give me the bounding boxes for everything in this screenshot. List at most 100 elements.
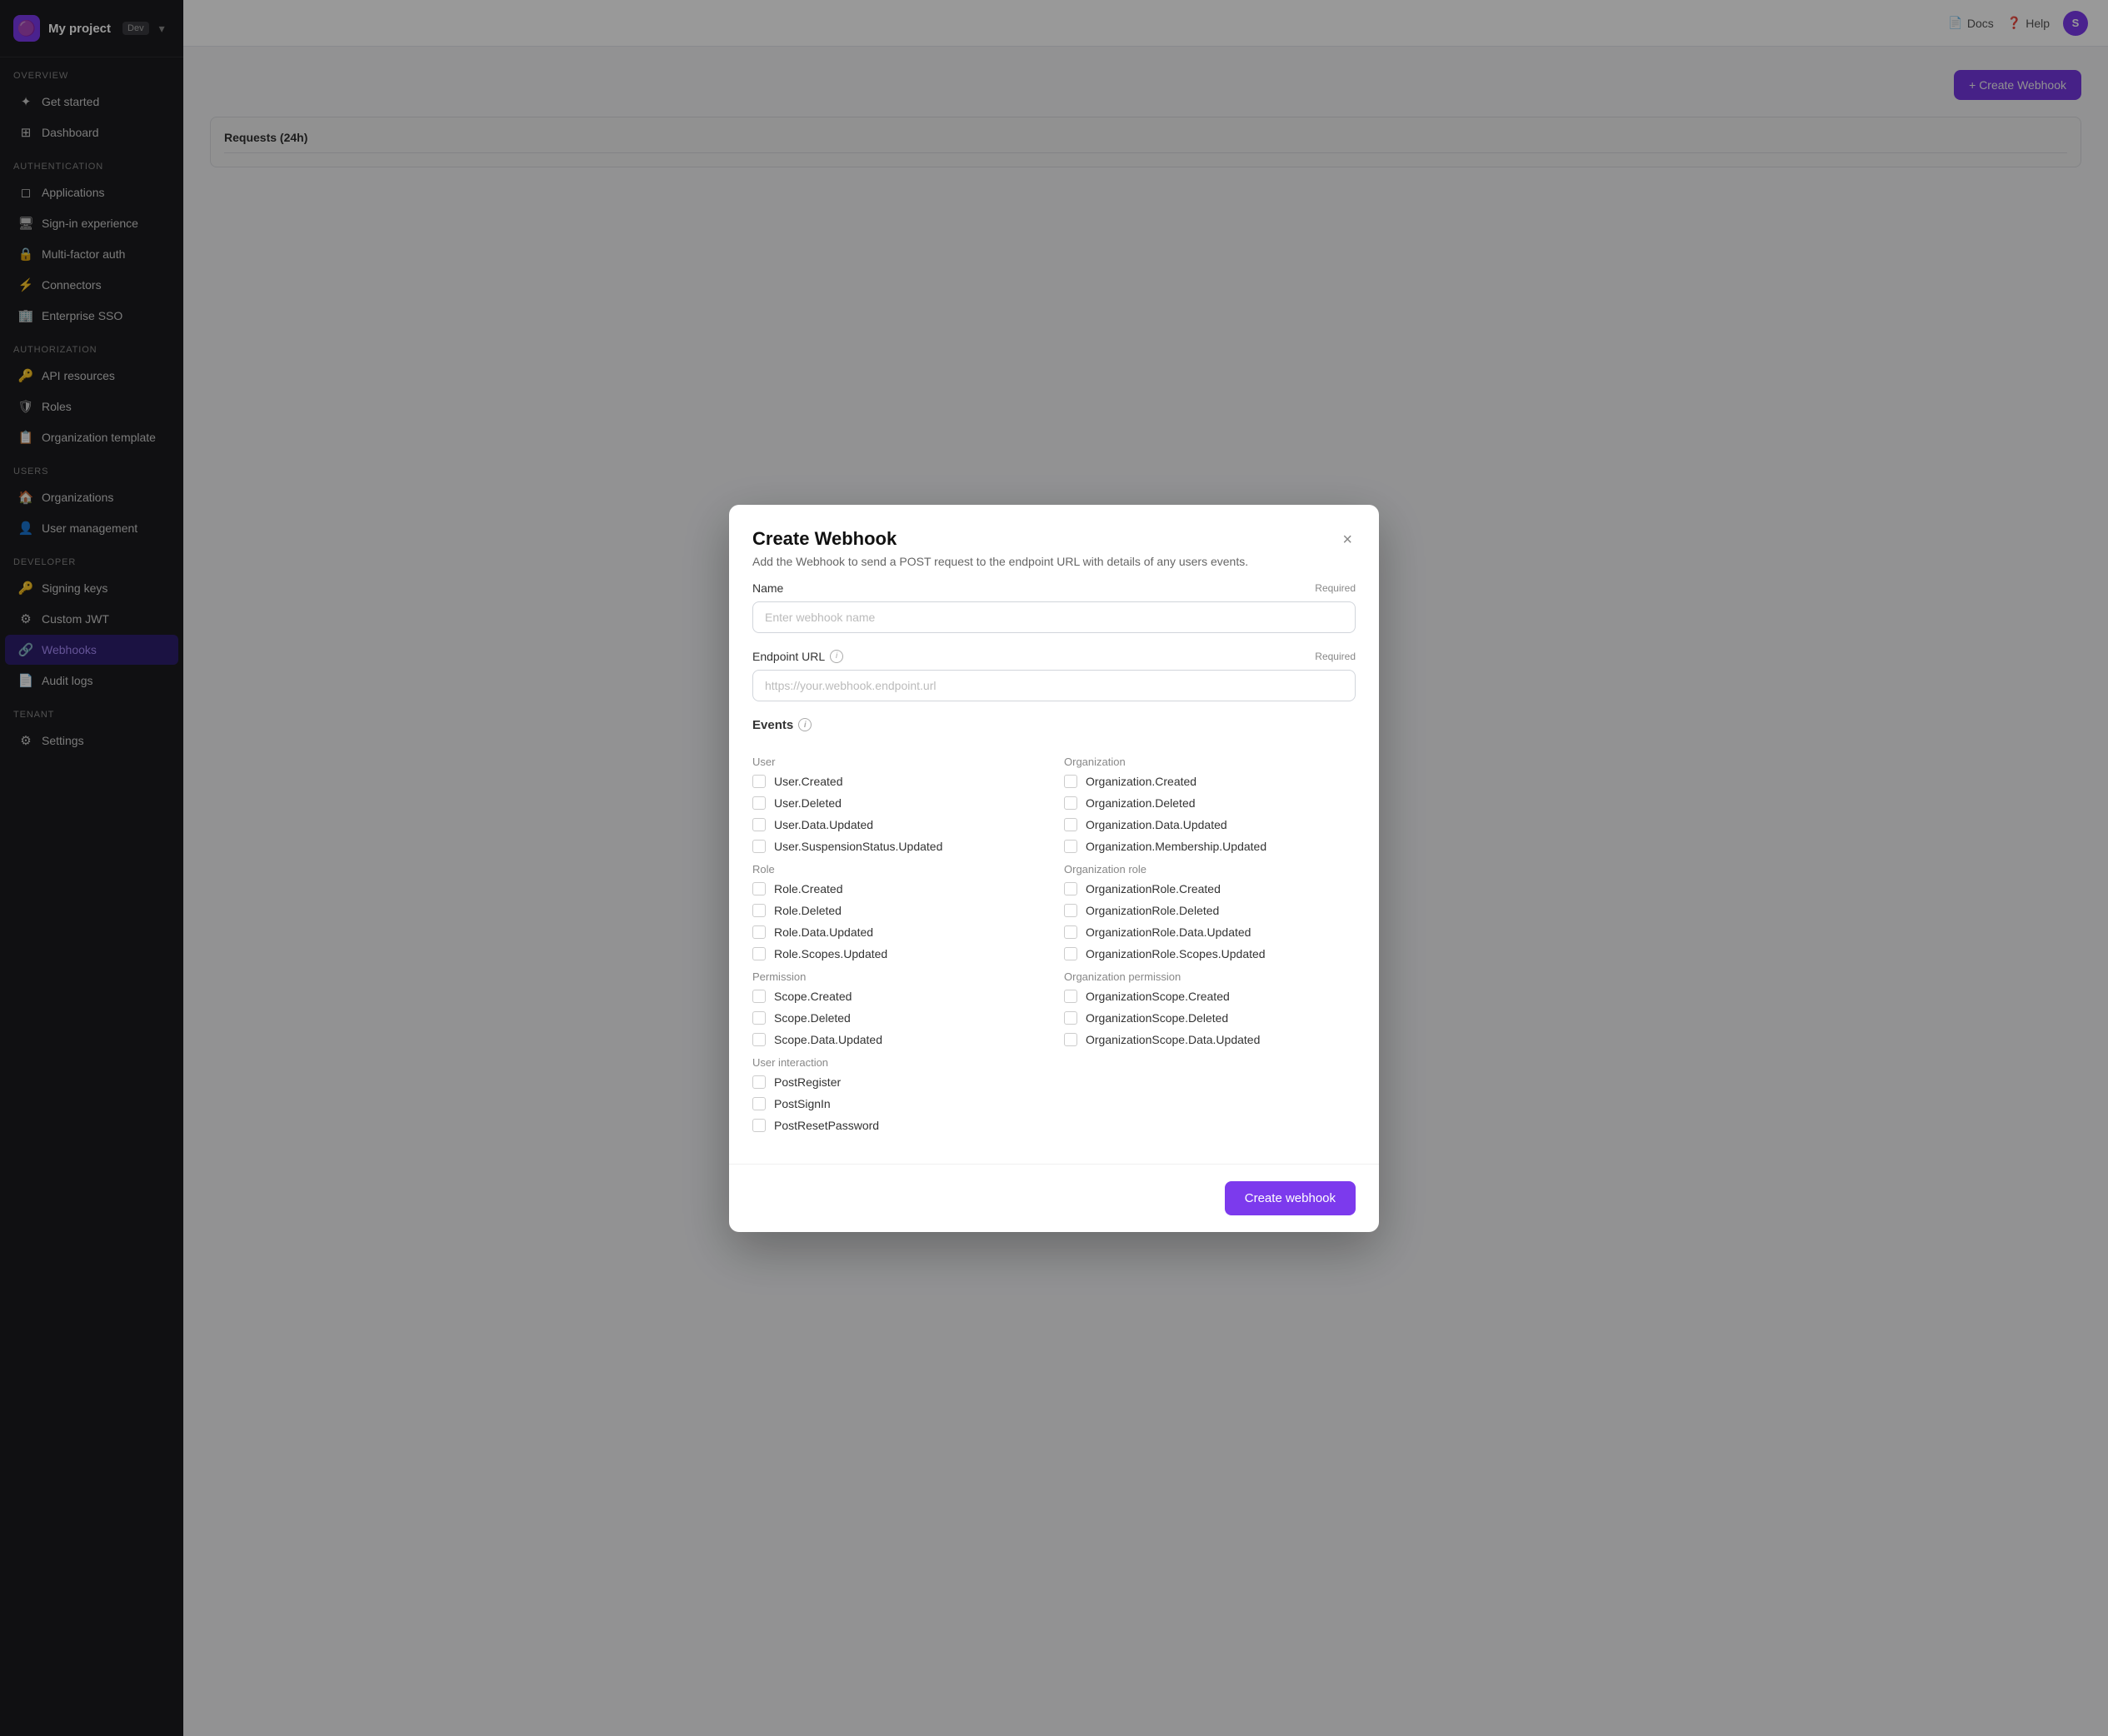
endpoint-label: Endpoint URL i Required: [752, 650, 1356, 663]
event-label-user-suspension: User.SuspensionStatus.Updated: [774, 840, 942, 853]
checkbox-role-data-updated[interactable]: [752, 925, 766, 939]
checkbox-org-created[interactable]: [1064, 775, 1077, 788]
modal-header: Create Webhook Add the Webhook to send a…: [729, 505, 1379, 581]
event-item-post-reset-password: PostResetPassword: [752, 1119, 1044, 1132]
org-permission-category-label: Organization permission: [1064, 970, 1356, 983]
event-item-scope-created: Scope.Created: [752, 990, 1044, 1003]
event-item-post-signin: PostSignIn: [752, 1097, 1044, 1110]
event-item-org-created: Organization.Created: [1064, 775, 1356, 788]
event-item-orgscope-deleted: OrganizationScope.Deleted: [1064, 1011, 1356, 1025]
event-label-orgscope-created: OrganizationScope.Created: [1086, 990, 1230, 1003]
modal-overlay: Create Webhook Add the Webhook to send a…: [183, 0, 2108, 1736]
checkbox-scope-deleted[interactable]: [752, 1011, 766, 1025]
checkbox-orgscope-data-updated[interactable]: [1064, 1033, 1077, 1046]
checkbox-scope-data-updated[interactable]: [752, 1033, 766, 1046]
event-item-orgrole-deleted: OrganizationRole.Deleted: [1064, 904, 1356, 917]
event-item-org-deleted: Organization.Deleted: [1064, 796, 1356, 810]
event-item-orgscope-data-updated: OrganizationScope.Data.Updated: [1064, 1033, 1356, 1046]
event-item-orgrole-scopes: OrganizationRole.Scopes.Updated: [1064, 947, 1356, 960]
event-label-post-reset-password: PostResetPassword: [774, 1119, 879, 1132]
event-label-user-data-updated: User.Data.Updated: [774, 818, 873, 831]
checkbox-role-deleted[interactable]: [752, 904, 766, 917]
checkbox-post-register[interactable]: [752, 1075, 766, 1089]
event-label-post-register: PostRegister: [774, 1075, 841, 1089]
create-webhook-modal: Create Webhook Add the Webhook to send a…: [729, 505, 1379, 1232]
event-item-org-membership: Organization.Membership.Updated: [1064, 840, 1356, 853]
name-required: Required: [1315, 582, 1356, 594]
event-item-scope-data-updated: Scope.Data.Updated: [752, 1033, 1044, 1046]
event-label-orgscope-deleted: OrganizationScope.Deleted: [1086, 1011, 1228, 1025]
event-label-org-created: Organization.Created: [1086, 775, 1196, 788]
main-content: 📄 Docs ❓ Help S + Create Webhook Request…: [183, 0, 2108, 1736]
event-label-role-data-updated: Role.Data.Updated: [774, 925, 873, 939]
checkbox-post-signin[interactable]: [752, 1097, 766, 1110]
checkbox-orgrole-data-updated[interactable]: [1064, 925, 1077, 939]
user-category-label: User: [752, 756, 1044, 768]
endpoint-input[interactable]: [752, 670, 1356, 701]
event-item-post-register: PostRegister: [752, 1075, 1044, 1089]
name-label: Name Required: [752, 581, 1356, 595]
checkbox-orgrole-deleted[interactable]: [1064, 904, 1077, 917]
event-item-user-data-updated: User.Data.Updated: [752, 818, 1044, 831]
event-item-role-created: Role.Created: [752, 882, 1044, 895]
event-label-scope-created: Scope.Created: [774, 990, 852, 1003]
event-label-role-created: Role.Created: [774, 882, 843, 895]
endpoint-required: Required: [1315, 651, 1356, 662]
modal-close-button[interactable]: ×: [1339, 528, 1356, 551]
checkbox-org-data-updated[interactable]: [1064, 818, 1077, 831]
events-section: Events i User User.Created: [752, 718, 1356, 1140]
create-webhook-modal-button[interactable]: Create webhook: [1225, 1181, 1356, 1215]
modal-body: Name Required Endpoint URL i Required: [729, 581, 1379, 1164]
event-label-orgrole-scopes: OrganizationRole.Scopes.Updated: [1086, 947, 1266, 960]
event-item-role-data-updated: Role.Data.Updated: [752, 925, 1044, 939]
events-grid: User User.Created User.Deleted: [752, 746, 1356, 1140]
event-label-scope-deleted: Scope.Deleted: [774, 1011, 851, 1025]
permission-category-label: Permission: [752, 970, 1044, 983]
event-label-orgrole-created: OrganizationRole.Created: [1086, 882, 1221, 895]
checkbox-role-created[interactable]: [752, 882, 766, 895]
event-item-user-suspension: User.SuspensionStatus.Updated: [752, 840, 1044, 853]
event-label-user-created: User.Created: [774, 775, 842, 788]
modal-footer: Create webhook: [729, 1164, 1379, 1232]
checkbox-user-created[interactable]: [752, 775, 766, 788]
name-input[interactable]: [752, 601, 1356, 633]
checkbox-post-reset-password[interactable]: [752, 1119, 766, 1132]
name-field-group: Name Required: [752, 581, 1356, 633]
event-item-user-created: User.Created: [752, 775, 1044, 788]
checkbox-user-data-updated[interactable]: [752, 818, 766, 831]
checkbox-user-suspension[interactable]: [752, 840, 766, 853]
checkbox-role-scopes[interactable]: [752, 947, 766, 960]
event-item-role-scopes: Role.Scopes.Updated: [752, 947, 1044, 960]
endpoint-field-group: Endpoint URL i Required: [752, 650, 1356, 701]
event-item-scope-deleted: Scope.Deleted: [752, 1011, 1044, 1025]
endpoint-label-row: Endpoint URL i: [752, 650, 843, 663]
event-label-org-membership: Organization.Membership.Updated: [1086, 840, 1266, 853]
checkbox-orgscope-deleted[interactable]: [1064, 1011, 1077, 1025]
event-label-orgscope-data-updated: OrganizationScope.Data.Updated: [1086, 1033, 1260, 1046]
event-item-orgrole-data-updated: OrganizationRole.Data.Updated: [1064, 925, 1356, 939]
modal-subtitle: Add the Webhook to send a POST request t…: [752, 555, 1248, 568]
event-label-org-data-updated: Organization.Data.Updated: [1086, 818, 1227, 831]
event-label-org-deleted: Organization.Deleted: [1086, 796, 1196, 810]
event-label-scope-data-updated: Scope.Data.Updated: [774, 1033, 882, 1046]
checkbox-org-membership[interactable]: [1064, 840, 1077, 853]
modal-title: Create Webhook: [752, 528, 1248, 550]
event-item-user-deleted: User.Deleted: [752, 796, 1044, 810]
user-interaction-label: User interaction: [752, 1056, 1044, 1069]
checkbox-user-deleted[interactable]: [752, 796, 766, 810]
event-label-post-signin: PostSignIn: [774, 1097, 831, 1110]
checkbox-orgscope-created[interactable]: [1064, 990, 1077, 1003]
events-info-icon[interactable]: i: [798, 718, 812, 731]
event-label-role-scopes: Role.Scopes.Updated: [774, 947, 887, 960]
checkbox-org-deleted[interactable]: [1064, 796, 1077, 810]
event-label-user-deleted: User.Deleted: [774, 796, 842, 810]
checkbox-orgrole-created[interactable]: [1064, 882, 1077, 895]
event-label-role-deleted: Role.Deleted: [774, 904, 842, 917]
endpoint-info-icon[interactable]: i: [830, 650, 843, 663]
modal-title-block: Create Webhook Add the Webhook to send a…: [752, 528, 1248, 568]
event-label-orgrole-data-updated: OrganizationRole.Data.Updated: [1086, 925, 1251, 939]
event-item-role-deleted: Role.Deleted: [752, 904, 1044, 917]
checkbox-scope-created[interactable]: [752, 990, 766, 1003]
events-title: Events i: [752, 718, 1356, 732]
checkbox-orgrole-scopes[interactable]: [1064, 947, 1077, 960]
